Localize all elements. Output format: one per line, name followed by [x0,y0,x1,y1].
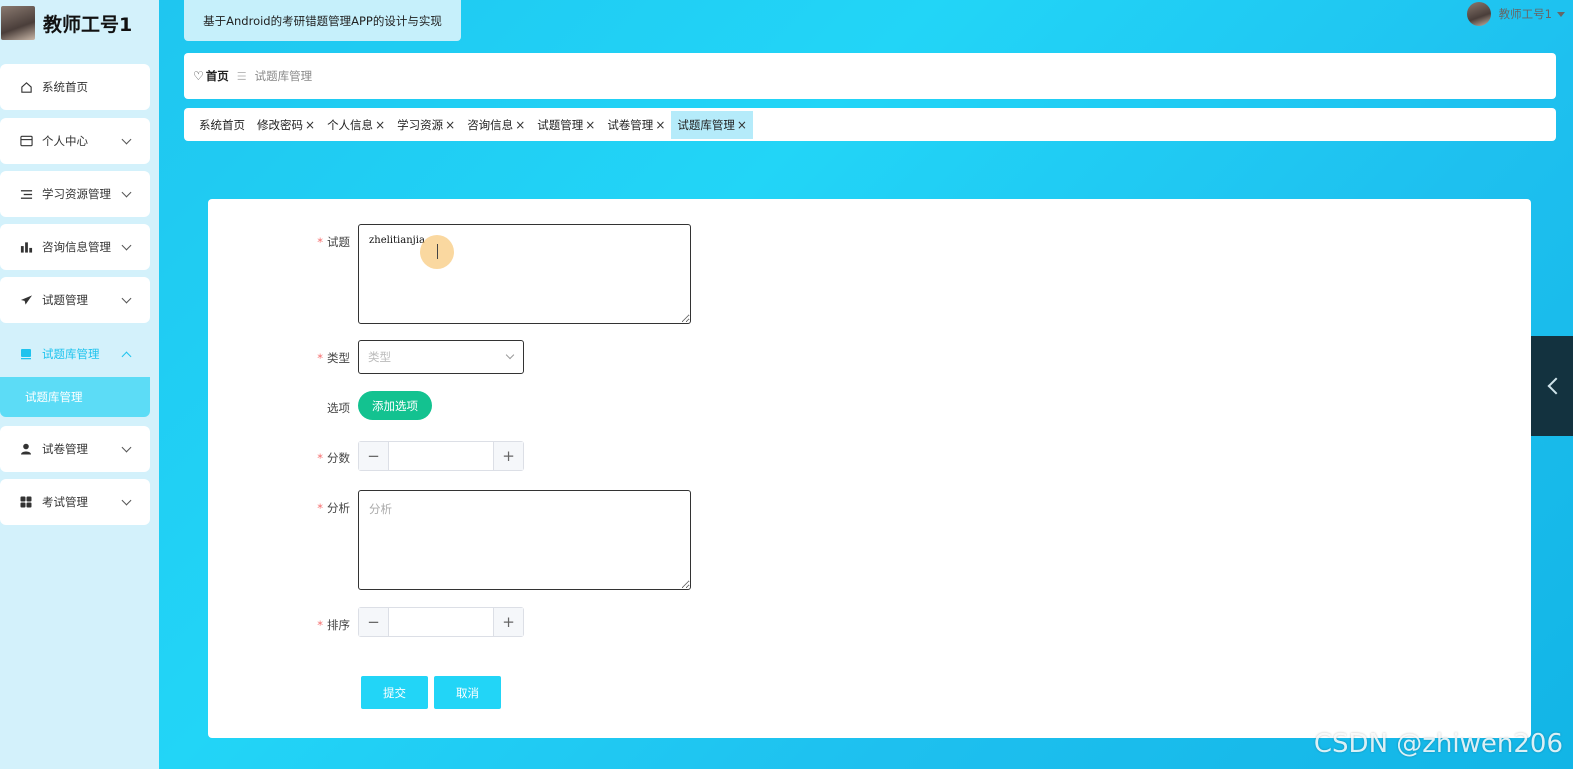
sidebar-item-question-bank[interactable]: 试题库管理 [0,331,150,377]
chevron-down-icon [122,242,132,252]
text-cursor-icon [437,244,439,259]
sidebar-item-label: 系统首页 [42,80,88,94]
sidebar-item-label: 试卷管理 [42,442,88,456]
sidebar-item-paper-manage[interactable]: 试卷管理 [0,426,150,472]
breadcrumb-separator: ☰ [236,69,247,83]
tab-label: 试题库管理 [677,117,735,132]
tabs-bar: 系统首页 修改密码 × 个人信息 × 学习资源 × 咨询信息 × 试题管理 × 试卷管理 ×… [184,108,1556,141]
chevron-down-icon [122,497,132,507]
type-select[interactable]: 类型 [358,340,524,374]
user-avatar [1466,2,1491,26]
submenu-item-question-bank[interactable]: 试题库管理 [0,377,150,417]
minus-icon[interactable]: − [359,442,389,470]
close-icon[interactable]: × [445,118,455,132]
sidebar-item-label: 学习资源管理 [42,187,111,201]
close-icon[interactable]: × [585,118,595,132]
tab-label: 试卷管理 [607,117,654,132]
order-input[interactable] [389,608,493,636]
cancel-button[interactable]: 取消 [434,676,501,709]
tab-label: 咨询信息 [467,117,514,132]
tab-label: 试题管理 [537,117,584,132]
sidebar-item-label: 个人中心 [42,134,88,148]
tab-question-bank[interactable]: 试题库管理 × [671,110,753,139]
chevron-left-icon [1547,377,1565,395]
analysis-label: * 分析 [317,501,350,515]
user-menu[interactable]: 教师工号1 [1466,2,1565,26]
question-textarea[interactable]: zhelitianjia [358,224,691,324]
type-label: * 类型 [317,351,350,365]
app-title: 基于Android的考研错题管理APP的设计与实现 [203,13,442,28]
sidebar-item-learning-resources[interactable]: 学习资源管理 [0,171,150,217]
tab-change-password[interactable]: 修改密码 × [251,111,321,139]
sidebar-item-label: 咨询信息管理 [42,240,111,254]
book-icon [19,347,33,361]
plus-icon[interactable]: + [493,608,523,636]
sidebar-item-label: 试题管理 [42,293,88,307]
chevron-down-icon [122,295,132,305]
tab-learning-resources[interactable]: 学习资源 × [391,111,461,139]
chevron-up-icon [122,349,132,359]
order-stepper: − + [358,607,524,637]
breadcrumb-current: 试题库管理 [254,69,313,83]
home-icon [19,80,33,94]
caret-down-icon [1557,11,1565,17]
paper-plane-icon [19,293,33,307]
tab-label: 修改密码 [257,117,303,132]
submenu-item-label: 试题库管理 [25,390,83,404]
id-card-icon [19,134,33,148]
close-icon[interactable]: × [737,118,747,132]
sidebar-item-home[interactable]: 系统首页 [0,64,150,110]
score-stepper: − + [358,441,524,471]
tab-paper-manage[interactable]: 试卷管理 × [601,111,671,139]
brand-avatar [1,6,35,40]
chevron-down-icon [122,136,132,146]
question-label: * 试题 [317,235,350,249]
minus-icon[interactable]: − [359,608,389,636]
app-title-box: 基于Android的考研错题管理APP的设计与实现 [184,0,461,41]
grid-icon [19,495,33,509]
list-icon [19,187,33,201]
tab-question-manage[interactable]: 试题管理 × [531,111,601,139]
breadcrumb: ♡ 首页 ☰ 试题库管理 [184,53,1556,99]
plus-icon[interactable]: + [493,442,523,470]
sidebar-item-consult-info[interactable]: 咨询信息管理 [0,224,150,270]
sidebar-item-label: 考试管理 [42,495,88,509]
submit-button[interactable]: 提交 [361,676,428,709]
breadcrumb-home[interactable]: 首页 [206,68,229,84]
chevron-down-icon [122,444,132,454]
bar-chart-icon [19,240,33,254]
watermark: CSDN @zhiwen206 [1313,729,1563,759]
score-label: * 分数 [317,451,350,465]
user-name: 教师工号1 [1498,7,1552,21]
user-icon [19,442,33,456]
brand: 教师工号1 [0,4,159,42]
close-icon[interactable]: × [375,118,385,132]
type-select-placeholder: 类型 [368,350,391,364]
close-icon[interactable]: × [515,118,525,132]
tab-consult-info[interactable]: 咨询信息 × [461,111,531,139]
add-option-button[interactable]: 添加选项 [358,391,432,420]
chevron-down-icon [505,350,515,360]
analysis-textarea[interactable] [358,490,691,590]
close-icon[interactable]: × [305,118,315,132]
sidebar: 教师工号1 系统首页 个人中心 学习资源管理 咨询信息管理 试题管理 试题库管理… [0,0,159,769]
tab-label: 个人信息 [327,117,374,132]
tab-personal-info[interactable]: 个人信息 × [321,111,391,139]
form-card: * 试题 zhelitianjia * 类型 类型 选项 添加选项 * 分数 − + … [208,199,1531,738]
score-input[interactable] [389,442,493,470]
options-label: 选项 [327,401,350,415]
brand-title: 教师工号1 [43,13,133,36]
heart-icon: ♡ [193,69,204,83]
order-label: * 排序 [317,618,350,632]
tab-label: 系统首页 [199,117,245,132]
sidebar-item-label: 试题库管理 [42,347,100,361]
sidebar-item-exam-manage[interactable]: 考试管理 [0,479,150,525]
drawer-toggle[interactable] [1531,336,1573,436]
close-icon[interactable]: × [655,118,665,132]
tab-home[interactable]: 系统首页 [193,111,251,139]
chevron-down-icon [122,189,132,199]
sidebar-item-question-manage[interactable]: 试题管理 [0,277,150,323]
tab-label: 学习资源 [397,117,444,132]
sidebar-item-personal-center[interactable]: 个人中心 [0,118,150,164]
